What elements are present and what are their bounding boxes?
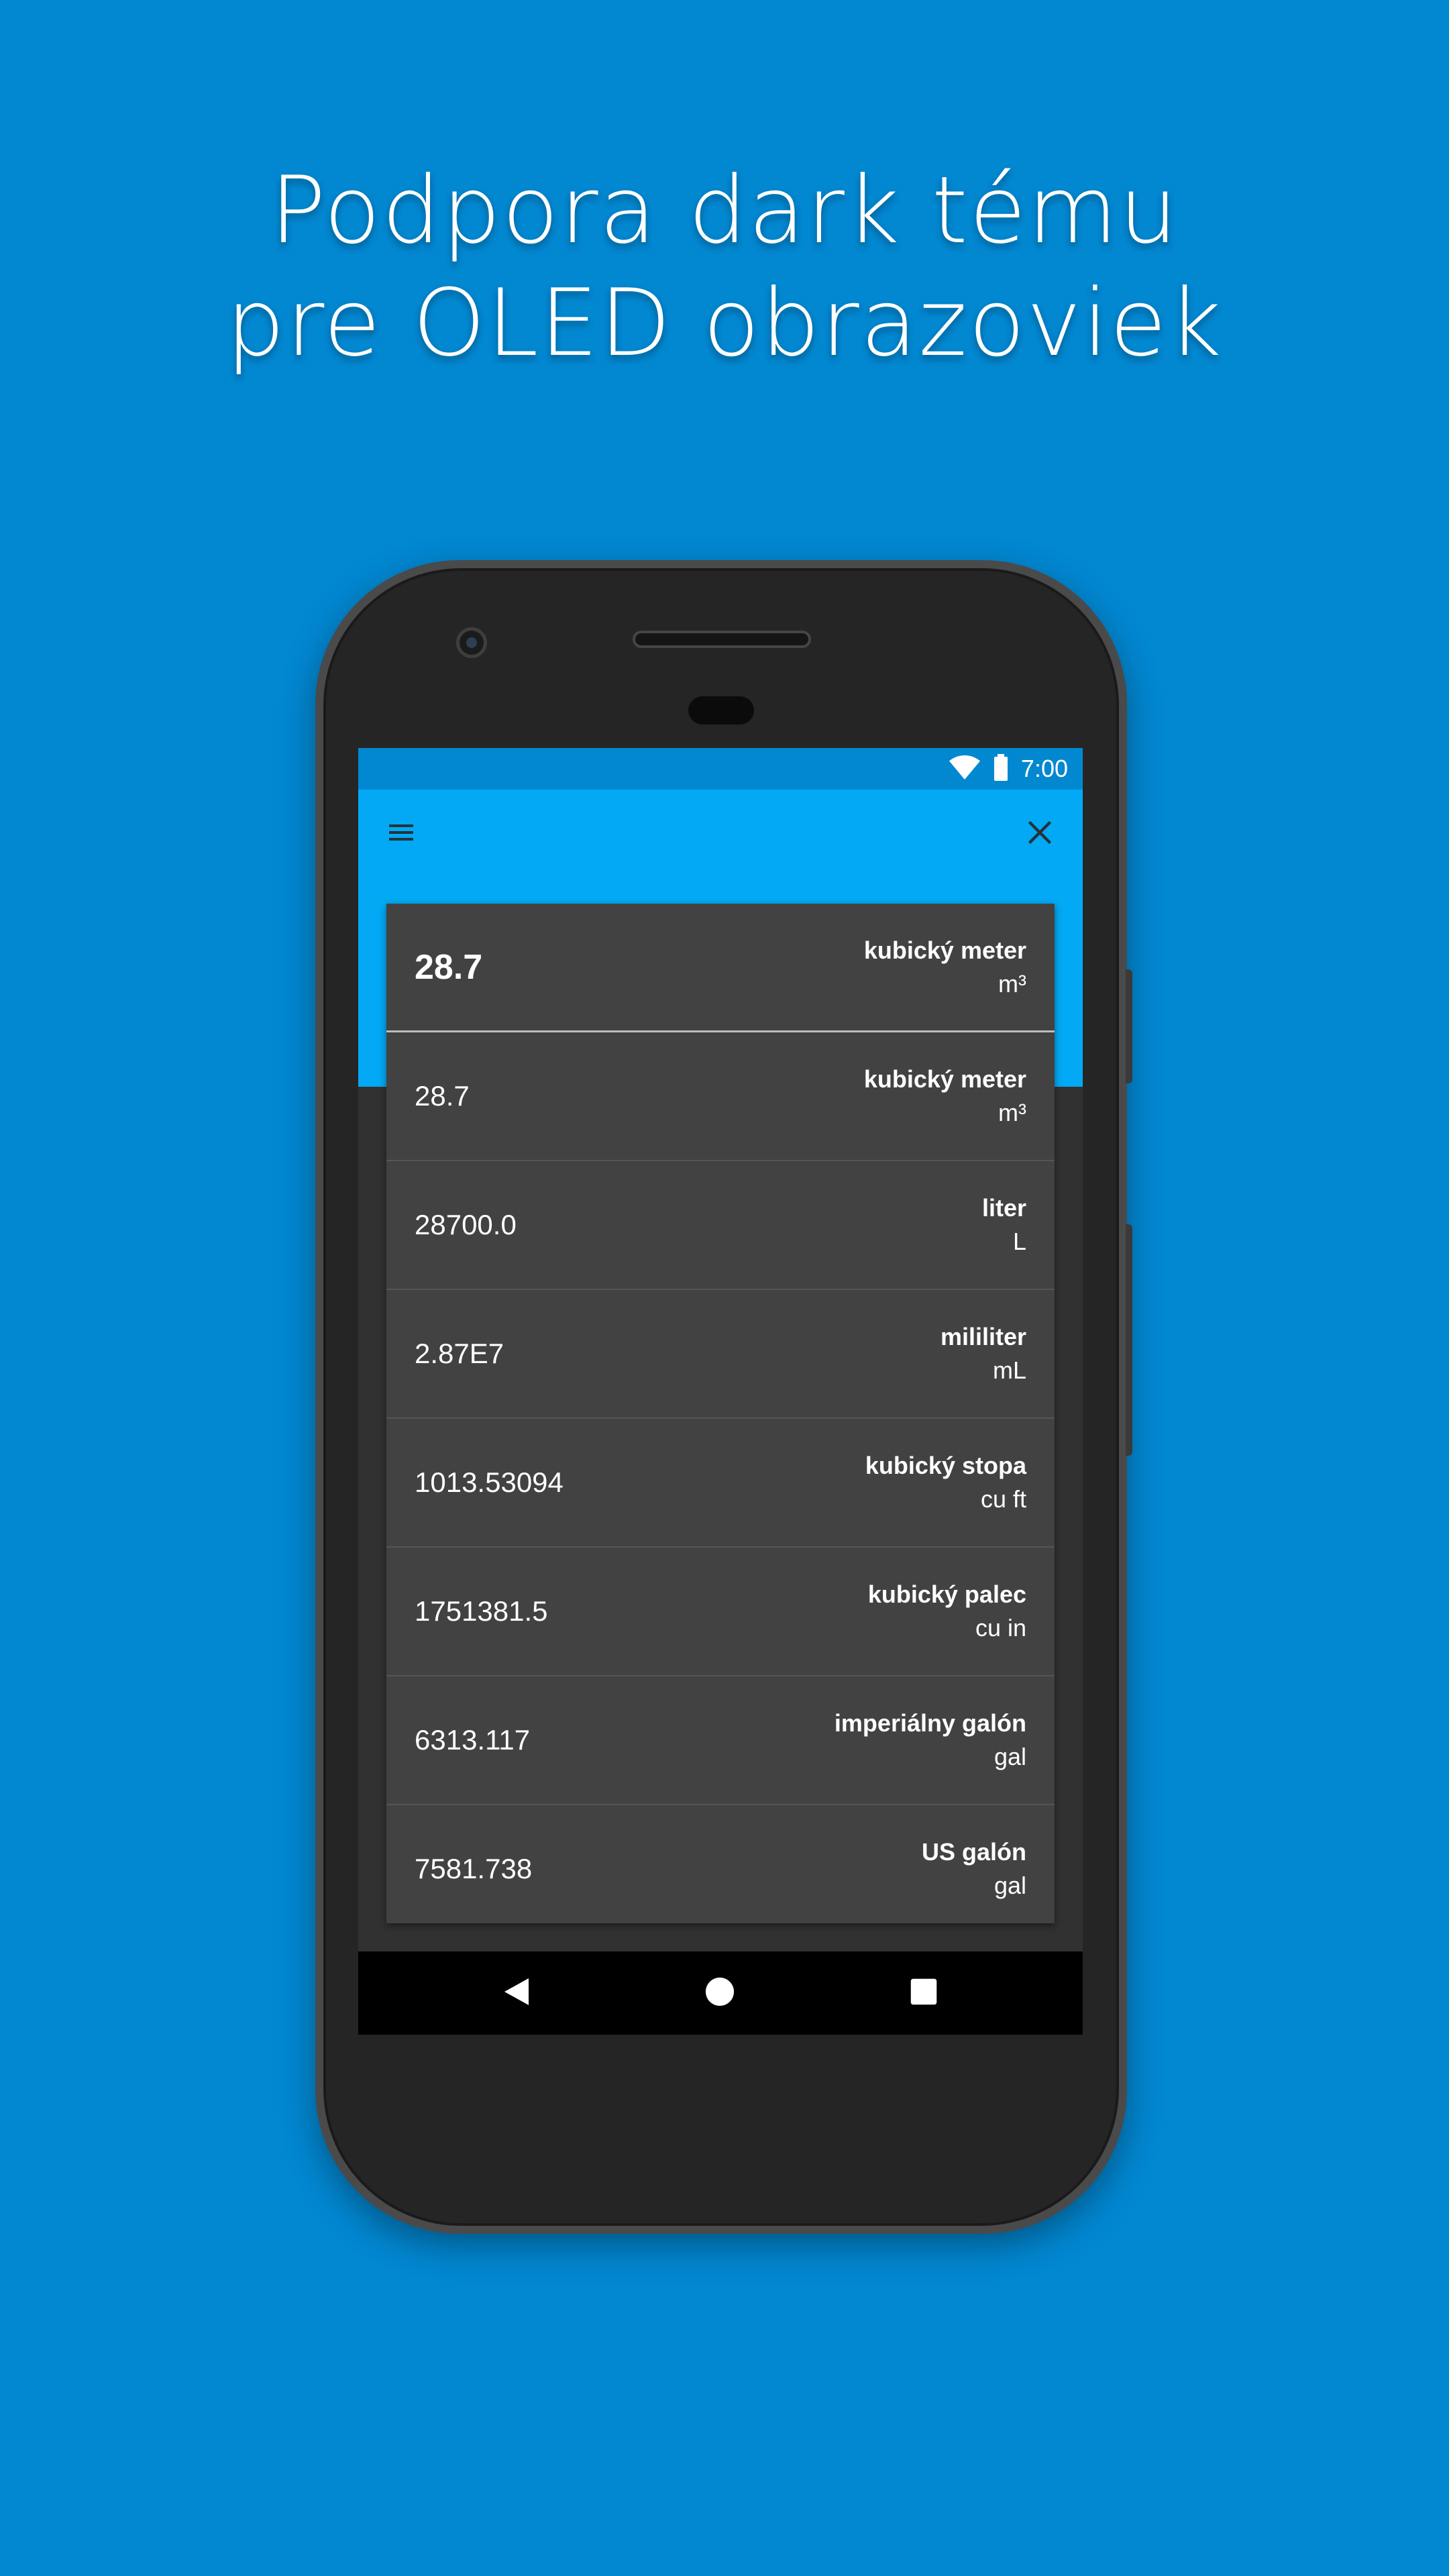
- input-row[interactable]: 28.7 kubický meter m³: [386, 904, 1055, 1032]
- unit-symbol: gal: [994, 1872, 1026, 1899]
- result-row[interactable]: 1013.53094 kubický stopa cu ft: [386, 1419, 1055, 1548]
- unit-name: liter: [981, 1194, 1026, 1222]
- menu-button[interactable]: [374, 807, 428, 861]
- result-row[interactable]: 1751381.5 kubický palec cu in: [386, 1548, 1055, 1676]
- result-value: 1013.53094: [415, 1466, 564, 1498]
- result-unit: liter L: [982, 1161, 1026, 1289]
- unit-symbol: m³: [998, 1099, 1026, 1126]
- status-time: 7:00: [1020, 755, 1068, 782]
- recents-button[interactable]: [897, 1966, 951, 2020]
- close-icon: [1024, 816, 1056, 851]
- result-row[interactable]: 28.7 kubický meter m³: [386, 1032, 1055, 1161]
- recents-icon: [910, 1978, 938, 2008]
- menu-icon: [385, 816, 417, 851]
- home-button[interactable]: [693, 1966, 747, 2020]
- unit-name: imperiálny galón: [834, 1709, 1026, 1737]
- front-camera: [456, 627, 487, 658]
- result-value: 28700.0: [415, 1209, 517, 1240]
- back-icon: [502, 1976, 531, 2010]
- result-unit: imperiálny galón gal: [835, 1676, 1026, 1804]
- power-button: [1126, 969, 1132, 1083]
- phone-screen: 7:00 28.7 kubický meter m³ 28.7 kubický …: [358, 748, 1083, 2035]
- headline-line-2: pre OLED obrazoviek: [226, 269, 1223, 377]
- result-unit: kubický meter m³: [864, 1032, 1026, 1160]
- unit-name: US galón: [921, 1838, 1026, 1866]
- battery-icon: [993, 754, 1009, 784]
- result-value: 28.7: [415, 1080, 470, 1112]
- unit-symbol: cu ft: [980, 1485, 1026, 1513]
- unit-symbol: L: [1012, 1228, 1026, 1255]
- close-button[interactable]: [1013, 807, 1067, 861]
- volume-button: [1126, 1224, 1132, 1456]
- result-value: 2.87E7: [415, 1338, 504, 1369]
- unit-name: kubický stopa: [865, 1452, 1026, 1479]
- input-unit[interactable]: kubický meter m³: [864, 904, 1026, 1031]
- result-value: 6313.117: [415, 1724, 531, 1756]
- result-unit: mililiter mL: [941, 1290, 1026, 1417]
- unit-symbol: mL: [992, 1356, 1026, 1384]
- result-unit: kubický palec cu in: [868, 1548, 1026, 1675]
- result-unit: US galón gal: [922, 1805, 1026, 1933]
- result-row[interactable]: 2.87E7 mililiter mL: [386, 1290, 1055, 1419]
- unit-symbol: cu in: [975, 1614, 1026, 1642]
- result-value: 7581.738: [415, 1853, 533, 1884]
- result-row[interactable]: 28700.0 liter L: [386, 1161, 1055, 1290]
- status-bar: 7:00: [358, 748, 1083, 790]
- unit-symbol: m³: [998, 970, 1026, 998]
- navigation-bar: [358, 1951, 1083, 2035]
- proximity-sensor: [688, 696, 754, 724]
- result-row[interactable]: 7581.738 US galón gal: [386, 1805, 1055, 1934]
- unit-name: kubický meter: [863, 1065, 1026, 1093]
- result-value: 1751381.5: [415, 1595, 548, 1627]
- input-value[interactable]: 28.7: [415, 904, 482, 1031]
- result-unit: kubický stopa cu ft: [865, 1419, 1026, 1546]
- headline: Podpora dark tému pre OLED obrazoviek: [0, 154, 1449, 380]
- wifi-icon: [949, 754, 981, 784]
- unit-symbol: gal: [994, 1743, 1026, 1770]
- status-icons: 7:00: [949, 748, 1068, 790]
- conversion-card: 28.7 kubický meter m³ 28.7 kubický meter…: [386, 904, 1055, 1923]
- home-icon: [704, 1976, 735, 2010]
- unit-name: kubický meter: [863, 936, 1026, 964]
- back-button[interactable]: [490, 1966, 543, 2020]
- unit-name: mililiter: [940, 1323, 1026, 1350]
- earpiece-speaker: [633, 631, 811, 648]
- result-row[interactable]: 6313.117 imperiálny galón gal: [386, 1676, 1055, 1805]
- headline-line-1: Podpora dark tému: [270, 156, 1179, 264]
- unit-name: kubický palec: [867, 1580, 1026, 1608]
